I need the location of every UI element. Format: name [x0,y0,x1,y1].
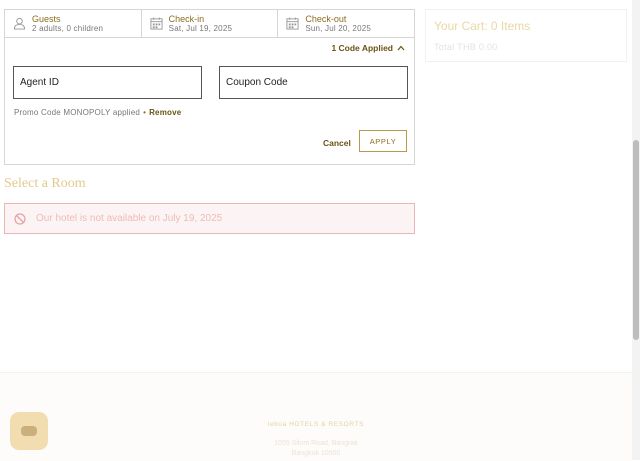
coupon-code-input[interactable] [219,66,408,99]
footer-address-line1: 1055 Silom Road, Bangrak [274,440,358,447]
checkout-label: Check-out [305,13,347,24]
checkout-value: Sun, Jul 20, 2025 [305,23,372,33]
chevron-up-icon [397,45,405,51]
guests-label: Guests [32,13,61,24]
separator-dot: • [143,108,147,117]
cart-title: Your Cart: 0 Items [434,19,531,33]
scrollbar-thumb[interactable] [633,140,639,340]
page-scrollbar[interactable] [632,0,640,460]
apply-button[interactable]: APPLY [359,130,407,152]
booking-summary-bar: Guests 2 adults, 0 children Check-in Sat… [4,9,415,38]
promo-code-panel: 1 Code Applied Promo Code MONOPOLY appli… [4,37,415,165]
chat-icon [21,426,37,436]
footer-brand: lebua HOTELS & RESORTS [267,421,365,428]
checkin-value: Sat, Jul 19, 2025 [168,23,233,33]
user-icon [13,17,26,30]
chat-button[interactable] [10,412,48,450]
cancel-button[interactable]: Cancel [323,138,351,148]
cart-total: Total THB 0.00 [434,42,498,52]
calendar-icon [150,17,163,30]
availability-alert-text: Our hotel is not available on July 19, 2… [36,213,223,224]
checkin-label: Check-in [168,13,205,24]
guests-value: 2 adults, 0 children [32,23,104,33]
cart-panel: Your Cart: 0 Items Total THB 0.00 [425,9,627,62]
footer: lebua HOTELS & RESORTS 1055 Silom Road, … [0,372,632,461]
footer-address: 1055 Silom Road, Bangrak Bangkok 10500 [0,439,632,459]
footer-address-line2: Bangkok 10500 [291,450,341,457]
codes-applied-toggle[interactable]: 1 Code Applied [331,43,405,53]
availability-alert: Our hotel is not available on July 19, 2… [4,203,415,234]
remove-promo-link[interactable]: Remove [149,108,181,117]
checkin-selector[interactable]: Check-in Sat, Jul 19, 2025 [142,10,279,37]
prohibited-icon [14,212,26,225]
agent-id-input[interactable] [13,66,202,99]
checkout-selector[interactable]: Check-out Sun, Jul 20, 2025 [278,10,414,37]
select-room-heading: Select a Room [4,176,86,191]
guests-selector[interactable]: Guests 2 adults, 0 children [5,10,142,37]
calendar-icon [286,17,299,30]
codes-applied-label: 1 Code Applied [331,43,393,53]
promo-applied-text: Promo Code MONOPOLY applied [14,108,141,117]
promo-applied-note: Promo Code MONOPOLY applied • Remove [14,108,181,117]
